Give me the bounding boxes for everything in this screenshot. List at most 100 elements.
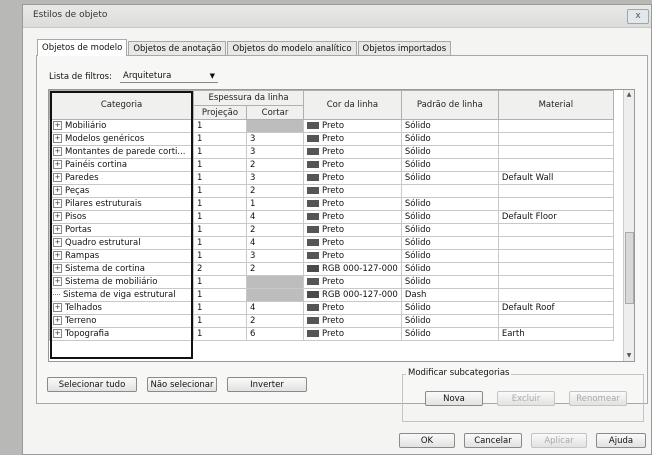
scroll-thumb[interactable] bbox=[625, 232, 634, 304]
table-row[interactable]: + Mobiliário 1 Preto Sólido bbox=[49, 119, 626, 133]
cell-line-pattern[interactable]: Sólido bbox=[400, 301, 499, 315]
cell-material[interactable] bbox=[497, 145, 614, 159]
cell-line-color[interactable]: RGB 000-127-000 bbox=[303, 262, 402, 276]
table-row[interactable]: + Telhados 1 4 Preto Sólido Default Roof bbox=[49, 301, 626, 315]
cell-line-pattern[interactable]: Sólido bbox=[400, 262, 499, 276]
cell-line-color[interactable]: Preto bbox=[303, 158, 402, 172]
cell-line-pattern[interactable]: Sólido bbox=[400, 223, 499, 237]
cell-category[interactable]: + Pisos bbox=[49, 210, 194, 224]
cancel-button[interactable]: Cancelar bbox=[464, 433, 522, 448]
cell-cut[interactable]: 3 bbox=[246, 249, 304, 263]
apply-button[interactable]: Aplicar bbox=[531, 433, 587, 448]
column-header-material[interactable]: Material bbox=[497, 90, 614, 120]
scroll-up-icon[interactable]: ▲ bbox=[624, 90, 634, 100]
cell-cut[interactable]: 2 bbox=[246, 223, 304, 237]
cell-category[interactable]: Sistema de viga estrutural bbox=[49, 288, 194, 302]
table-row[interactable]: + Modelos genéricos 1 3 Preto Sólido bbox=[49, 132, 626, 146]
expand-icon[interactable]: + bbox=[53, 173, 62, 182]
cell-category[interactable]: + Telhados bbox=[49, 301, 194, 315]
table-row[interactable]: + Rampas 1 3 Preto Sólido bbox=[49, 249, 626, 263]
tab-annotation-objects[interactable]: Objetos de anotação bbox=[128, 41, 227, 56]
rename-subcategory-button[interactable]: Renomear bbox=[569, 391, 627, 406]
cell-category[interactable]: + Mobiliário bbox=[49, 119, 194, 133]
cell-category[interactable]: + Sistema de mobiliário bbox=[49, 275, 194, 289]
ok-button[interactable]: OK bbox=[399, 433, 455, 448]
cell-category[interactable]: + Quadro estrutural bbox=[49, 236, 194, 250]
cell-line-color[interactable]: Preto bbox=[303, 210, 402, 224]
delete-subcategory-button[interactable]: Excluir bbox=[497, 391, 555, 406]
cell-line-pattern[interactable]: Sólido bbox=[400, 275, 499, 289]
cell-material[interactable] bbox=[497, 236, 614, 250]
expand-icon[interactable]: + bbox=[53, 251, 62, 260]
cell-category[interactable]: + Modelos genéricos bbox=[49, 132, 194, 146]
cell-projection[interactable]: 1 bbox=[193, 210, 247, 224]
expand-icon[interactable]: + bbox=[53, 225, 62, 234]
cell-line-pattern[interactable]: Sólido bbox=[400, 158, 499, 172]
new-subcategory-button[interactable]: Nova bbox=[425, 391, 483, 406]
cell-line-pattern[interactable]: Sólido bbox=[400, 145, 499, 159]
cell-cut[interactable] bbox=[246, 275, 304, 289]
cell-material[interactable]: Default Wall bbox=[497, 171, 614, 185]
cell-category[interactable]: + Pilares estruturais bbox=[49, 197, 194, 211]
cell-projection[interactable]: 1 bbox=[193, 288, 247, 302]
cell-line-pattern[interactable]: Sólido bbox=[400, 249, 499, 263]
cell-cut[interactable]: 2 bbox=[246, 314, 304, 328]
expand-icon[interactable]: + bbox=[53, 160, 62, 169]
cell-projection[interactable]: 1 bbox=[193, 184, 247, 198]
cell-category[interactable]: + Peças bbox=[49, 184, 194, 198]
column-header-line-color[interactable]: Cor da linha bbox=[303, 90, 402, 120]
cell-projection[interactable]: 1 bbox=[193, 327, 247, 341]
column-header-category[interactable]: Categoria bbox=[49, 90, 194, 120]
cell-cut[interactable]: 1 bbox=[246, 197, 304, 211]
cell-line-color[interactable]: Preto bbox=[303, 301, 402, 315]
cell-line-color[interactable]: Preto bbox=[303, 119, 402, 133]
cell-line-color[interactable]: Preto bbox=[303, 236, 402, 250]
expand-icon[interactable]: + bbox=[53, 316, 62, 325]
cell-material[interactable] bbox=[497, 262, 614, 276]
cell-material[interactable]: Earth bbox=[497, 327, 614, 341]
tab-analytical-model-objects[interactable]: Objetos do modelo analítico bbox=[227, 41, 357, 56]
expand-icon[interactable]: + bbox=[53, 134, 62, 143]
cell-projection[interactable]: 1 bbox=[193, 119, 247, 133]
cell-projection[interactable]: 1 bbox=[193, 236, 247, 250]
cell-line-pattern[interactable]: Sólido bbox=[400, 314, 499, 328]
table-row[interactable]: + Peças 1 2 Preto bbox=[49, 184, 626, 198]
cell-cut[interactable] bbox=[246, 119, 304, 133]
cell-cut[interactable]: 3 bbox=[246, 132, 304, 146]
select-all-button[interactable]: Selecionar tudo bbox=[47, 377, 137, 392]
help-button[interactable]: Ajuda bbox=[596, 433, 646, 448]
table-row[interactable]: + Pisos 1 4 Preto Sólido Default Floor bbox=[49, 210, 626, 224]
table-row[interactable]: + Topografia 1 6 Preto Sólido Earth bbox=[49, 327, 626, 341]
cell-projection[interactable]: 1 bbox=[193, 171, 247, 185]
cell-line-pattern[interactable] bbox=[400, 184, 499, 198]
table-row[interactable]: + Montantes de parede corti... 1 3 Preto Sóli… bbox=[49, 145, 626, 159]
expand-icon[interactable]: + bbox=[53, 199, 62, 208]
expand-icon[interactable]: + bbox=[53, 238, 62, 247]
cell-line-pattern[interactable]: Sólido bbox=[400, 327, 499, 341]
cell-material[interactable] bbox=[497, 119, 614, 133]
cell-cut[interactable]: 6 bbox=[246, 327, 304, 341]
cell-line-color[interactable]: Preto bbox=[303, 327, 402, 341]
expand-icon[interactable]: + bbox=[53, 186, 62, 195]
tab-imported-objects[interactable]: Objetos importados bbox=[357, 41, 452, 56]
cell-material[interactable] bbox=[497, 197, 614, 211]
cell-line-color[interactable]: Preto bbox=[303, 314, 402, 328]
cell-cut[interactable] bbox=[246, 288, 304, 302]
cell-cut[interactable]: 4 bbox=[246, 210, 304, 224]
cell-material[interactable] bbox=[497, 132, 614, 146]
cell-line-color[interactable]: Preto bbox=[303, 249, 402, 263]
cell-line-color[interactable]: RGB 000-127-000 bbox=[303, 288, 402, 302]
table-row[interactable]: + Terreno 1 2 Preto Sólido bbox=[49, 314, 626, 328]
cell-material[interactable]: Default Roof bbox=[497, 301, 614, 315]
cell-material[interactable] bbox=[497, 249, 614, 263]
cell-line-pattern[interactable]: Sólido bbox=[400, 210, 499, 224]
column-header-line-pattern[interactable]: Padrão de linha bbox=[400, 90, 499, 120]
cell-line-color[interactable]: Preto bbox=[303, 145, 402, 159]
cell-line-pattern[interactable]: Sólido bbox=[400, 236, 499, 250]
table-row[interactable]: + Pilares estruturais 1 1 Preto Sólido bbox=[49, 197, 626, 211]
table-row[interactable]: + Sistema de cortina 2 2 RGB 000-127-000 Sóli… bbox=[49, 262, 626, 276]
invert-button[interactable]: Inverter bbox=[227, 377, 307, 392]
column-header-projection[interactable]: Projeção bbox=[193, 105, 247, 120]
expand-icon[interactable]: + bbox=[53, 277, 62, 286]
expand-icon[interactable]: + bbox=[53, 147, 62, 156]
